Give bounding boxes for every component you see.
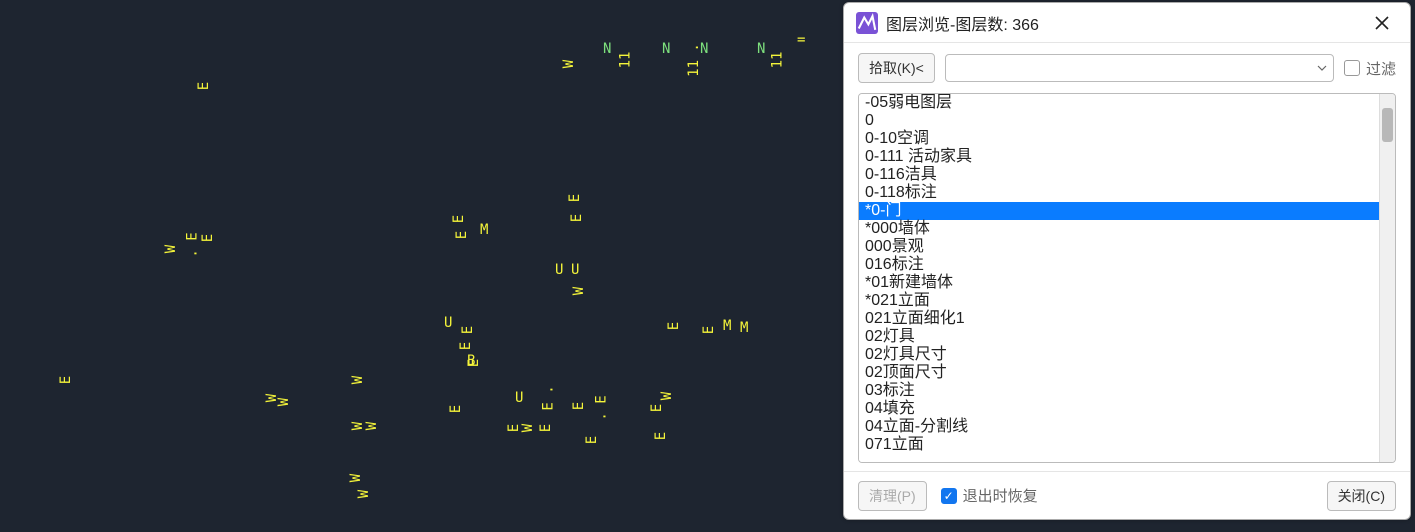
layer-list-item[interactable]: 021立面细化1 (859, 310, 1379, 328)
canvas-glyph: 11 (769, 52, 785, 69)
layer-filter-combo[interactable] (945, 54, 1334, 82)
canvas-glyph: N (662, 41, 670, 57)
canvas-glyph: N (757, 41, 765, 57)
filter-label: 过滤 (1366, 58, 1396, 79)
canvas-glyph: E (458, 342, 474, 350)
canvas-glyph: W (350, 376, 366, 384)
canvas-glyph: M (480, 222, 488, 238)
canvas-glyph: E (538, 424, 554, 432)
restore-label: 退出时恢复 (963, 485, 1038, 506)
layer-list-item[interactable]: 03标注 (859, 382, 1379, 400)
layer-browser-dialog: 图层浏览-图层数: 366 拾取(K)< 过滤 -05弱电图层00-10空调0-… (843, 2, 1411, 520)
canvas-glyph: U (555, 262, 563, 278)
dialog-toolbar: 拾取(K)< 过滤 (844, 43, 1410, 93)
layer-list-item[interactable]: 0-118标注 (859, 184, 1379, 202)
layer-list[interactable]: -05弱电图层00-10空调0-111 活动家具0-116洁具0-118标注*0… (859, 94, 1379, 462)
canvas-glyph: . E (594, 395, 610, 420)
canvas-glyph: E (454, 231, 470, 239)
canvas-glyph: W (561, 60, 577, 68)
canvas-glyph: W (571, 287, 587, 295)
canvas-glyph: E (451, 215, 467, 223)
scrollbar-thumb[interactable] (1382, 108, 1393, 142)
layer-list-item[interactable]: 04填充 (859, 400, 1379, 418)
canvas-glyph: E (58, 376, 74, 384)
layer-list-item[interactable]: 0 (859, 112, 1379, 130)
canvas-glyph: 11 (617, 52, 633, 69)
canvas-glyph: E (666, 322, 682, 330)
dialog-title-text: 图层浏览-图层数: (886, 17, 1012, 34)
canvas-glyph: U (571, 262, 579, 278)
checkbox-box (1344, 60, 1360, 76)
cad-canvas[interactable]: EW. EEWN11N11 .NN11=EEMEEUUWUEEEMMEEBEWE… (0, 0, 842, 532)
checkbox-box (941, 488, 957, 504)
layer-list-item[interactable]: *0-门 (859, 202, 1379, 220)
filter-checkbox[interactable]: 过滤 (1344, 58, 1396, 79)
app-icon (856, 12, 878, 34)
canvas-glyph: W (356, 490, 372, 498)
canvas-glyph: N (700, 41, 708, 57)
canvas-glyph: M (723, 318, 731, 334)
canvas-glyph: E (448, 405, 464, 413)
layer-list-item[interactable]: *021立面 (859, 292, 1379, 310)
layer-list-item[interactable]: 04立面-分割线 (859, 418, 1379, 436)
dialog-titlebar: 图层浏览-图层数: 366 (844, 3, 1410, 43)
canvas-glyph: W (163, 245, 179, 253)
dialog-layer-count: 366 (1012, 17, 1039, 34)
canvas-glyph: M (740, 320, 748, 336)
canvas-glyph: E (649, 404, 665, 412)
restore-checkbox[interactable]: 退出时恢复 (941, 485, 1038, 506)
layer-list-item[interactable]: *000墙体 (859, 220, 1379, 238)
canvas-glyph: E (653, 432, 669, 440)
layer-list-item[interactable]: -05弱电图层 (859, 94, 1379, 112)
canvas-glyph: W (520, 424, 536, 432)
canvas-glyph: W (276, 398, 292, 406)
canvas-glyph: E (584, 436, 600, 444)
close-icon[interactable] (1366, 7, 1398, 39)
layer-list-container: -05弱电图层00-10空调0-111 活动家具0-116洁具0-118标注*0… (858, 93, 1396, 463)
layer-list-item[interactable]: 0-111 活动家具 (859, 148, 1379, 166)
canvas-glyph: E (701, 326, 717, 334)
dialog-title: 图层浏览-图层数: 366 (886, 11, 1366, 35)
canvas-glyph: U (515, 390, 523, 406)
clear-button[interactable]: 清理(P) (858, 481, 927, 511)
layer-list-item[interactable]: 000景观 (859, 238, 1379, 256)
layer-list-item[interactable]: 02灯具尺寸 (859, 346, 1379, 364)
canvas-glyph: E (569, 214, 585, 222)
close-button[interactable]: 关闭(C) (1327, 481, 1396, 511)
layer-list-item[interactable]: 0-10空调 (859, 130, 1379, 148)
canvas-glyph: E (567, 194, 583, 202)
canvas-glyph: W (348, 474, 364, 482)
layer-list-item[interactable]: 071立面 (859, 436, 1379, 454)
canvas-glyph: E (196, 82, 212, 90)
layer-list-item[interactable]: 02灯具 (859, 328, 1379, 346)
pick-button[interactable]: 拾取(K)< (858, 53, 935, 83)
canvas-glyph: E (571, 402, 587, 410)
canvas-glyph: E (460, 326, 476, 334)
layer-list-item[interactable]: 016标注 (859, 256, 1379, 274)
canvas-glyph: E (200, 234, 216, 242)
canvas-glyph: W (659, 392, 675, 400)
canvas-glyph: N (603, 41, 611, 57)
layer-list-item[interactable]: *01新建墙体 (859, 274, 1379, 292)
canvas-glyph: E . (541, 385, 557, 410)
chevron-down-icon (1317, 60, 1327, 76)
scrollbar[interactable] (1379, 94, 1395, 462)
canvas-glyph: . E (185, 232, 201, 257)
layer-list-item[interactable]: 02顶面尺寸 (859, 364, 1379, 382)
layer-list-item[interactable]: 0-116洁具 (859, 166, 1379, 184)
dialog-footer: 清理(P) 退出时恢复 关闭(C) (844, 471, 1410, 519)
canvas-glyph: = (797, 32, 805, 48)
canvas-glyph: U (444, 315, 452, 331)
canvas-glyph: W (364, 422, 380, 430)
canvas-glyph: B (467, 353, 475, 369)
